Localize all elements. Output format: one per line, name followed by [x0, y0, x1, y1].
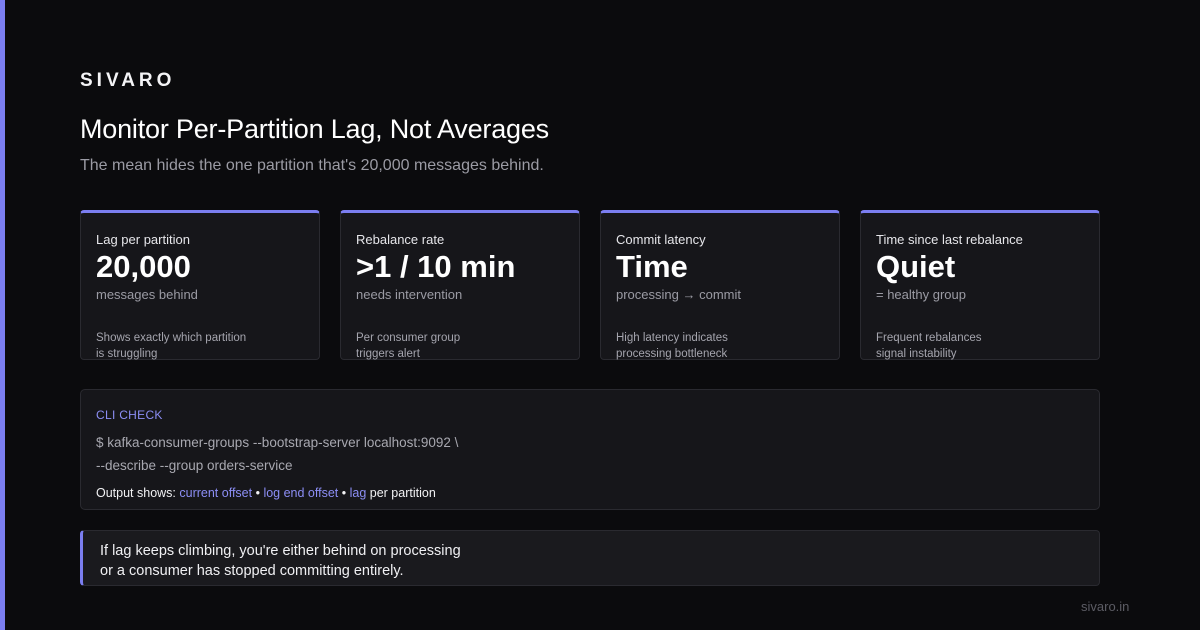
metric-card-time-since-rebalance: Time since last rebalance Quiet = health…	[860, 210, 1100, 360]
cli-label: CLI CHECK	[96, 408, 163, 422]
metric-card-rebalance-rate: Rebalance rate >1 / 10 min needs interve…	[340, 210, 580, 360]
cli-output-prefix: Output shows:	[96, 486, 180, 500]
brand-logo: SIVARO	[80, 70, 176, 91]
card-note-line: signal instability	[876, 348, 957, 360]
card-value: Time	[616, 249, 688, 284]
card-label: Commit latency	[616, 232, 706, 247]
card-unit: messages behind	[96, 287, 198, 302]
card-label: Time since last rebalance	[876, 232, 1023, 247]
page-subtitle: The mean hides the one partition that's …	[80, 157, 544, 174]
card-note-line: High latency indicates	[616, 332, 728, 344]
card-note: High latency indicates processing bottle…	[616, 330, 826, 362]
cli-output-separator: •	[338, 486, 350, 500]
card-value: >1 / 10 min	[356, 249, 516, 284]
callout-line: or a consumer has stopped committing ent…	[100, 563, 404, 579]
card-note-line: processing bottleneck	[616, 348, 728, 360]
cli-output-suffix: per partition	[366, 486, 436, 500]
cli-check-panel: CLI CHECK $ kafka-consumer-groups --boot…	[80, 389, 1100, 510]
metric-cards: Lag per partition 20,000 messages behind…	[80, 210, 1100, 360]
card-note: Shows exactly which partition is struggl…	[96, 330, 306, 362]
card-note-line: is struggling	[96, 348, 158, 360]
callout-box: If lag keeps climbing, you're either beh…	[80, 530, 1100, 586]
callout-line: If lag keeps climbing, you're either beh…	[100, 543, 461, 559]
cli-output-summary: Output shows: current offset • log end o…	[96, 486, 1084, 500]
page-title: Monitor Per-Partition Lag, Not Averages	[80, 114, 549, 144]
metric-card-commit-latency: Commit latency Time processing → commit …	[600, 210, 840, 360]
cli-output-log-end-offset: log end offset	[263, 486, 339, 500]
card-unit: = healthy group	[876, 287, 966, 302]
cli-output-lag: lag	[349, 486, 367, 500]
left-accent-bar	[0, 0, 5, 630]
card-note: Per consumer group triggers alert	[356, 330, 566, 362]
cli-command: $ kafka-consumer-groups --bootstrap-serv…	[96, 431, 1084, 477]
card-unit: needs intervention	[356, 287, 463, 302]
card-note-line: Per consumer group	[356, 332, 461, 344]
cli-command-line: $ kafka-consumer-groups --bootstrap-serv…	[96, 435, 459, 450]
card-note-line: triggers alert	[356, 348, 420, 360]
card-unit: processing → commit	[616, 287, 741, 302]
metric-card-lag: Lag per partition 20,000 messages behind…	[80, 210, 320, 360]
card-value: 20,000	[96, 249, 191, 284]
cli-output-current-offset: current offset	[179, 486, 253, 500]
footer-url: sivaro.in	[1081, 599, 1130, 614]
card-note-line: Shows exactly which partition	[96, 332, 247, 344]
card-label: Rebalance rate	[356, 232, 445, 247]
card-label: Lag per partition	[96, 232, 190, 247]
cli-command-line: --describe --group orders-service	[96, 458, 293, 473]
card-value: Quiet	[876, 249, 956, 284]
card-note: Frequent rebalances signal instability	[876, 330, 1086, 362]
card-note-line: Frequent rebalances	[876, 332, 982, 344]
cli-output-separator: •	[252, 486, 264, 500]
